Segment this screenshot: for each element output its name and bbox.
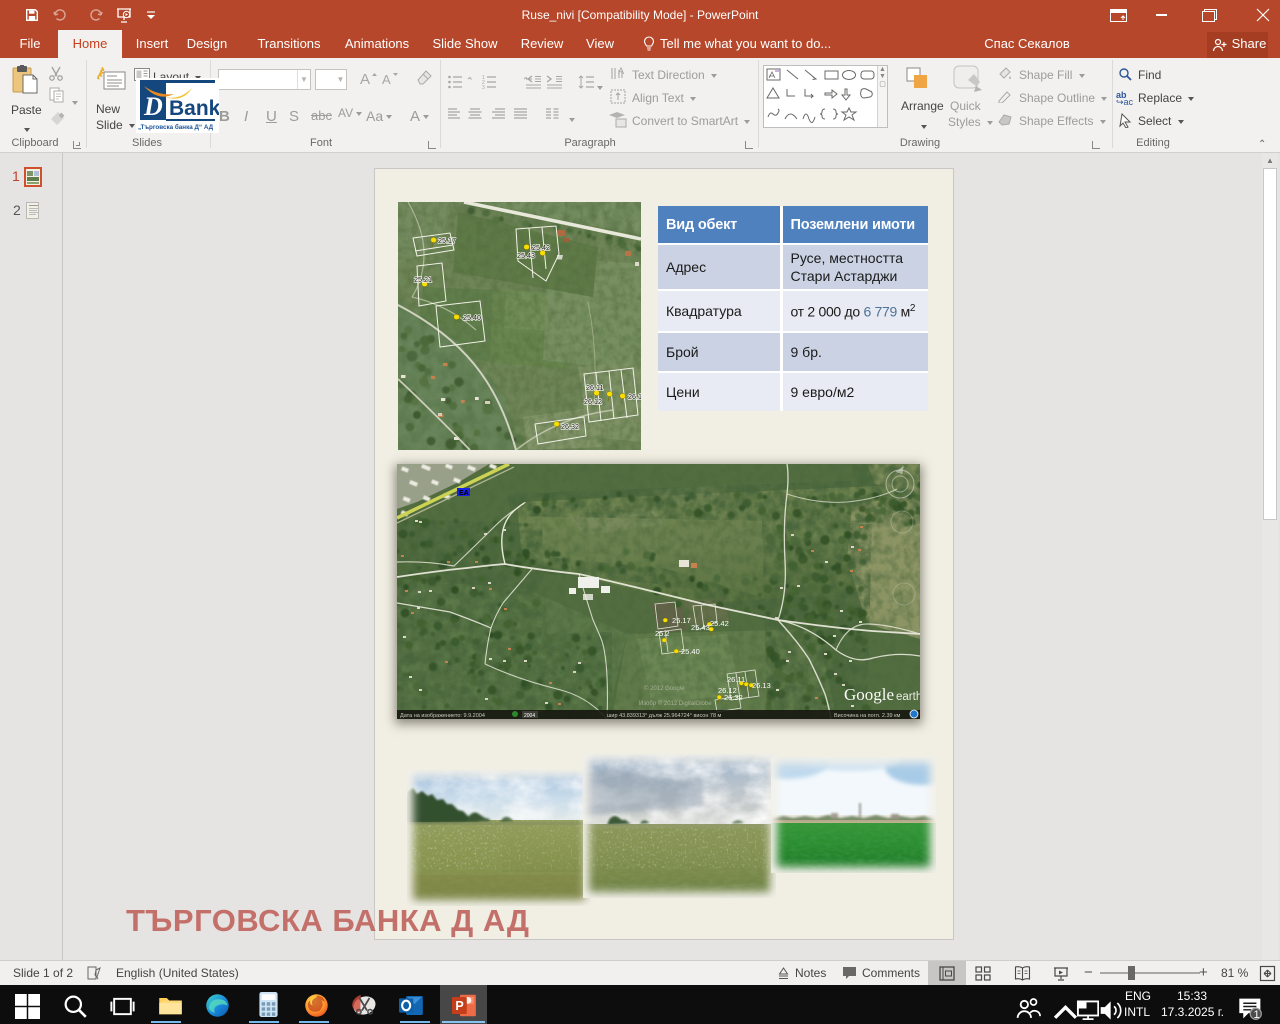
svg-text:A: A: [618, 66, 624, 76]
svg-text:26.13: 26.13: [752, 681, 771, 690]
svg-text:26.32: 26.32: [561, 422, 579, 431]
svg-text:Дата на изображението: 9.9.200: Дата на изображението: 9.9.2004: [400, 713, 485, 719]
svg-text:„Търговска банка Д“ АД: „Търговска банка Д“ АД: [138, 123, 214, 131]
svg-text:Bank: Bank: [169, 97, 219, 120]
svg-text:Google: Google: [844, 685, 894, 704]
svg-text:25.40: 25.40: [463, 313, 481, 322]
svg-text:26.11: 26.11: [586, 383, 603, 392]
svg-text:A: A: [360, 71, 370, 87]
svg-text:1: 1: [1254, 1009, 1260, 1021]
svg-text:25.17: 25.17: [438, 236, 456, 245]
svg-text:25.17: 25.17: [672, 616, 691, 625]
svg-text:26.12: 26.12: [584, 397, 602, 406]
svg-text:25.2: 25.2: [655, 629, 670, 638]
svg-text:P: P: [455, 999, 463, 1013]
svg-text:2004: 2004: [524, 713, 535, 719]
svg-text:↪ac: ↪ac: [1116, 97, 1134, 105]
svg-text:© 2012 Google: © 2012 Google: [644, 685, 685, 692]
svg-text:A: A: [382, 72, 391, 87]
svg-text:шир 43.839313° дълж 25.9647: шир 43.839313° дълж 25.964724° висон 78 …: [607, 713, 722, 719]
svg-text:26.32: 26.32: [724, 693, 743, 702]
svg-text:25.42: 25.42: [710, 619, 729, 628]
svg-text:Изобр © 2012 DigitalGlobe: Изобр © 2012 DigitalGlobe: [639, 700, 712, 707]
svg-text:3: 3: [482, 85, 485, 89]
svg-text:25.21: 25.21: [414, 275, 432, 284]
svg-text:earth: earth: [896, 691, 920, 703]
svg-text:25.43: 25.43: [691, 623, 710, 632]
svg-text:Височина на погл. 2.39 км: Височина на погл. 2.39 км: [834, 713, 901, 719]
svg-text:26.1: 26.1: [628, 392, 641, 401]
svg-text:26.11: 26.11: [727, 675, 745, 684]
svg-text:25.40: 25.40: [681, 647, 700, 656]
svg-text:25.43: 25.43: [517, 251, 535, 260]
svg-text:D: D: [143, 92, 163, 121]
svg-text:ЕА: ЕА: [459, 490, 469, 497]
